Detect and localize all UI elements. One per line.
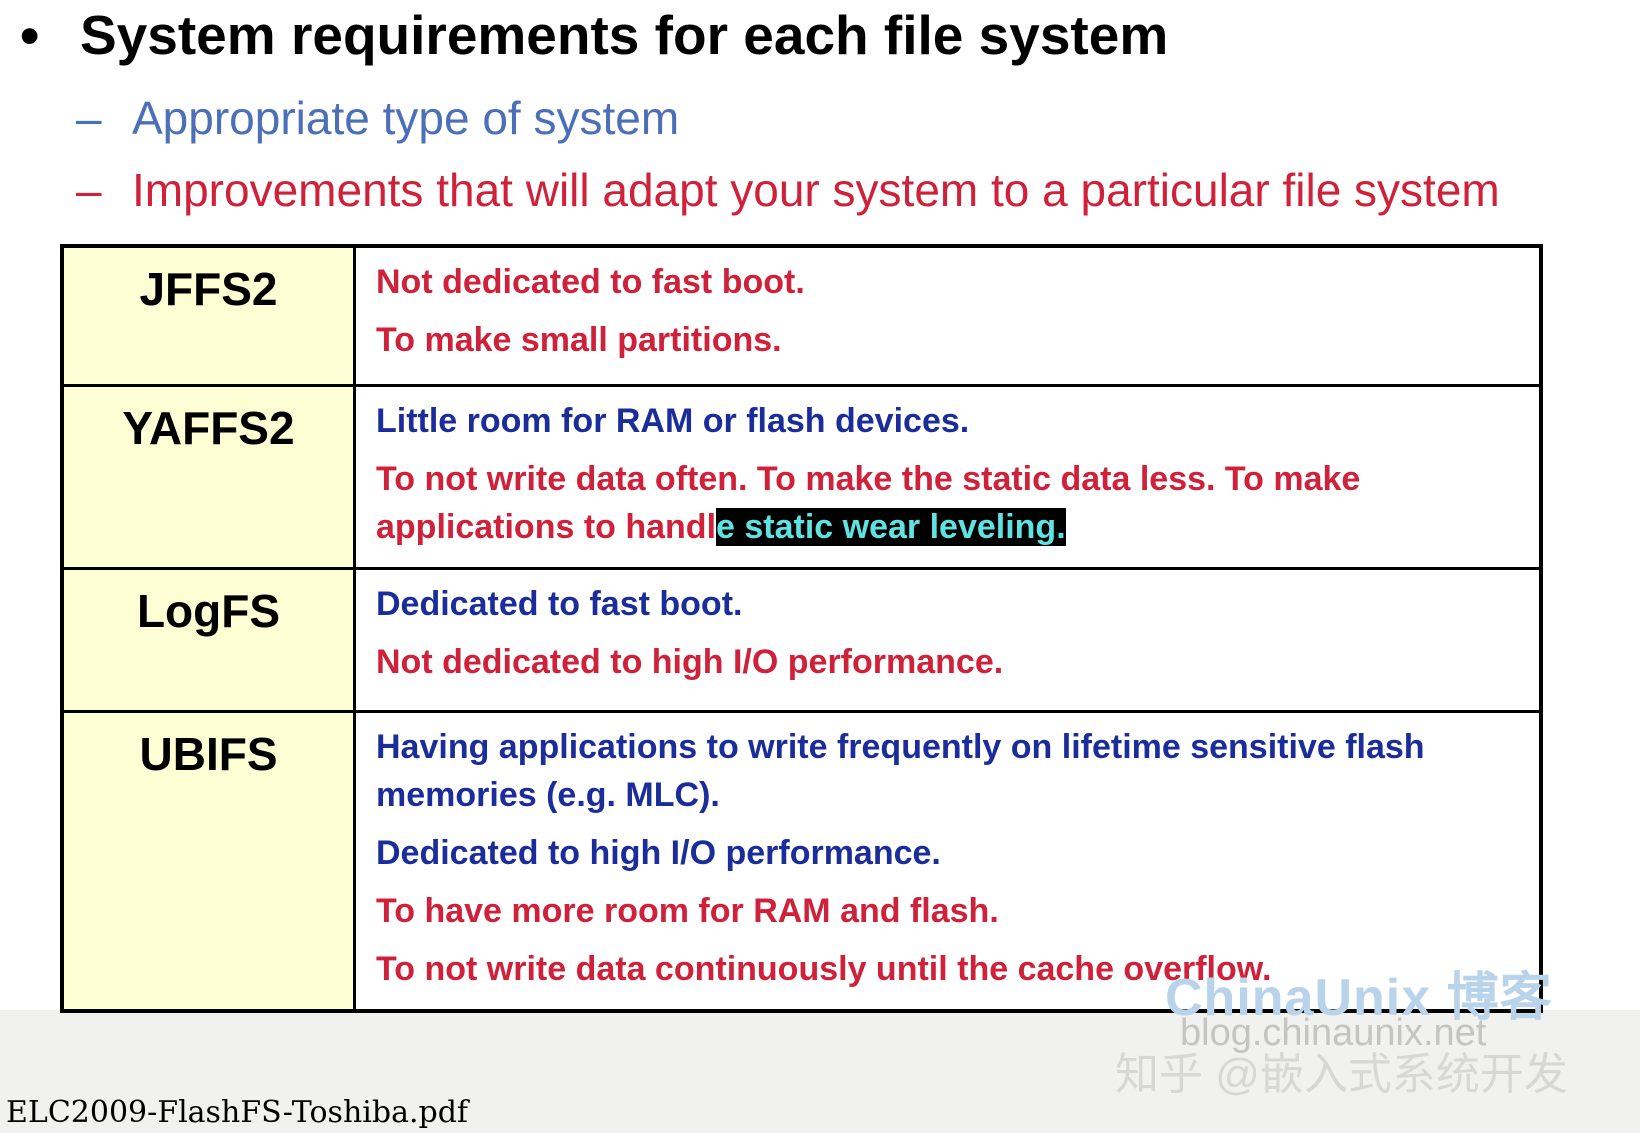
fs-description: Dedicated to fast boot. Not dedicated to… bbox=[353, 567, 1543, 713]
selected-text-highlight: e static wear leveling bbox=[716, 508, 1057, 546]
requirement-line: Not dedicated to fast boot. bbox=[376, 263, 805, 301]
subpoint-dash: – bbox=[76, 164, 102, 216]
filesystem-requirements-table: JFFS2 Not dedicated to fast boot. To mak… bbox=[60, 244, 1543, 1013]
requirement-line: Not dedicated to high I/O performance. bbox=[376, 643, 1004, 681]
table-row: YAFFS2 Little room for RAM or flash devi… bbox=[60, 384, 1543, 570]
source-filename: ELC2009-FlashFS-Toshiba.pdf bbox=[6, 1095, 468, 1130]
fs-name-yaffs2: YAFFS2 bbox=[60, 384, 356, 570]
table-row: LogFS Dedicated to fast boot. Not dedica… bbox=[60, 567, 1543, 713]
zhihu-watermark: 知乎 @嵌入式系统开发 bbox=[1115, 1050, 1568, 1099]
fs-description: Little room for RAM or flash devices. To… bbox=[353, 384, 1543, 570]
fs-name-jffs2: JFFS2 bbox=[60, 244, 356, 387]
slide-heading: • System requirements for each file syste… bbox=[20, 2, 1168, 68]
fs-name-ubifs: UBIFS bbox=[60, 710, 356, 1013]
subpoint-text: Improvements that will adapt your system… bbox=[132, 164, 1500, 216]
subpoint-improvements: – Improvements that will adapt your syste… bbox=[76, 162, 1500, 218]
table-row: JFFS2 Not dedicated to fast boot. To mak… bbox=[60, 244, 1543, 387]
heading-text: System requirements for each file system bbox=[80, 4, 1169, 66]
subpoint-dash: – bbox=[76, 92, 102, 144]
bullet-dot: • bbox=[20, 4, 40, 66]
requirement-line: Dedicated to high I/O performance. bbox=[376, 834, 941, 872]
requirement-line: To have more room for RAM and flash. bbox=[376, 892, 999, 930]
selected-text-period: . bbox=[1056, 508, 1066, 546]
subpoint-text: Appropriate type of system bbox=[132, 92, 680, 144]
fs-name-logfs: LogFS bbox=[60, 567, 356, 713]
fs-description: Not dedicated to fast boot. To make smal… bbox=[353, 244, 1543, 387]
requirement-line: To make small partitions. bbox=[376, 321, 782, 359]
slide: • System requirements for each file syste… bbox=[0, 0, 1640, 1013]
requirement-line: To not write data often. To make the sta… bbox=[376, 455, 1519, 551]
requirement-line: Little room for RAM or flash devices. bbox=[376, 402, 970, 440]
requirement-line: Dedicated to fast boot. bbox=[376, 585, 743, 623]
subpoint-appropriate-type: – Appropriate type of system bbox=[76, 90, 679, 146]
requirement-line: Having applications to write frequently … bbox=[376, 728, 1425, 814]
